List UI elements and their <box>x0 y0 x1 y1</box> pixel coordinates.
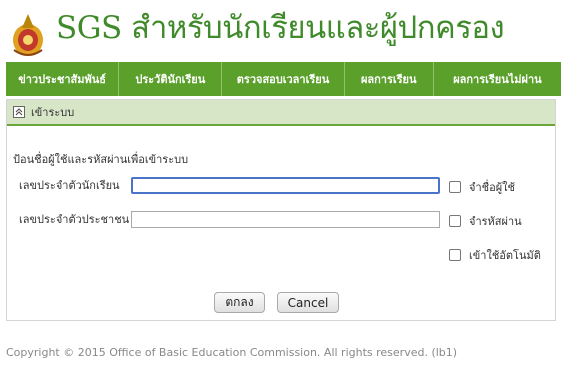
app-title: SGS สำหรับนักเรียนและผู้ปกครอง <box>56 10 505 46</box>
remember-user-label: จำชื่อผู้ใช้ <box>469 181 515 194</box>
login-panel-title: เข้าระบบ <box>31 106 75 119</box>
ok-button[interactable]: ตกลง <box>214 292 265 313</box>
cancel-button[interactable]: Cancel <box>277 292 339 313</box>
remember-password-option[interactable]: จำรหัสผ่าน <box>449 212 522 230</box>
nav-item-failed-grades[interactable]: ผลการเรียนไม่ผ่าน <box>434 62 561 96</box>
login-panel-header: เข้าระบบ <box>7 100 555 126</box>
auto-login-checkbox[interactable] <box>449 249 461 261</box>
citizen-id-row: เลขประจำตัวประชาชน <box>13 210 440 228</box>
main-navbar: ข่าวประชาสัมพันธ์ ประวัตินักเรียน ตรวจสอ… <box>6 62 561 96</box>
student-id-row: เลขประจำตัวนักเรียน <box>13 176 440 194</box>
login-panel: เข้าระบบ ป้อนชื่อผู้ใช้และรหัสผ่านเพื่อเ… <box>6 99 556 321</box>
remember-password-checkbox[interactable] <box>449 215 461 227</box>
auto-login-label: เข้าใช้อัตโนมัติ <box>469 249 541 262</box>
header: SGS สำหรับนักเรียนและผู้ปกครอง <box>0 0 561 62</box>
citizen-id-input[interactable] <box>131 210 440 228</box>
nav-item-attendance[interactable]: ตรวจสอบเวลาเรียน <box>222 62 345 96</box>
school-emblem-logo <box>13 14 43 56</box>
copyright-footer: Copyright © 2015 Office of Basic Educati… <box>6 346 458 359</box>
remember-password-label: จำรหัสผ่าน <box>469 215 522 228</box>
citizen-id-label: เลขประจำตัวประชาชน <box>19 213 130 226</box>
nav-item-grades[interactable]: ผลการเรียน <box>345 62 434 96</box>
remember-user-checkbox[interactable] <box>449 181 461 193</box>
nav-item-student-profile[interactable]: ประวัตินักเรียน <box>119 62 223 96</box>
remember-user-option[interactable]: จำชื่อผู้ใช้ <box>449 178 515 196</box>
student-id-label: เลขประจำตัวนักเรียน <box>19 179 120 192</box>
login-instruction: ป้อนชื่อผู้ใช้และรหัสผ่านเพื่อเข้าระบบ <box>13 153 189 166</box>
chevron-up-icon[interactable] <box>13 106 25 118</box>
auto-login-option[interactable]: เข้าใช้อัตโนมัติ <box>449 246 541 264</box>
nav-item-news[interactable]: ข่าวประชาสัมพันธ์ <box>6 62 120 96</box>
student-id-input[interactable] <box>131 176 440 194</box>
